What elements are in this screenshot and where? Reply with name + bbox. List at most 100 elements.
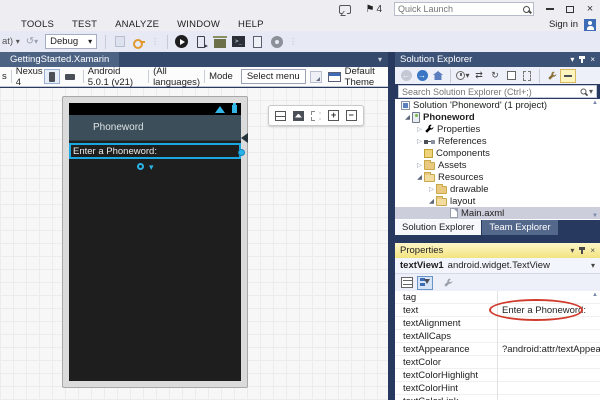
fit-to-screen-button[interactable] [292,109,305,122]
close-icon[interactable]: × [590,246,595,255]
pin-icon[interactable] [581,247,583,254]
tree-scrollbar[interactable]: ▲ ▼ [591,100,599,219]
chevron-down-icon[interactable] [591,261,595,270]
language-selector[interactable]: (All languages) [153,66,200,88]
forward-icon[interactable]: → [415,69,429,83]
refresh-icon[interactable]: ↻ [488,69,502,83]
archive-icon[interactable] [212,34,227,49]
android-version-selector[interactable]: Android 5.0.1 (v21) [88,66,144,88]
categorized-view-button[interactable] [400,276,414,290]
zoom-out-button[interactable]: − [345,109,358,122]
properties-wrench-icon[interactable] [545,69,559,83]
show-all-files-icon[interactable] [520,69,534,83]
selection-handle[interactable] [238,149,245,156]
tree-item-properties[interactable]: Properties [395,123,600,135]
expander-collapsed-icon[interactable] [415,161,424,169]
sdk-manager-icon[interactable]: >_ [231,34,246,49]
menu-test[interactable]: TEST [63,19,106,30]
pending-changes-filter-icon[interactable] [456,69,470,83]
properties-object-selector[interactable]: textView1 android.widget.TextView [395,258,600,274]
fit-selection-button[interactable] [309,109,322,122]
tree-item-solution[interactable]: Solution 'Phoneword' (1 project) [395,99,600,111]
scroll-up-icon[interactable]: ▲ [592,100,598,106]
minimize-button[interactable] [540,1,560,17]
tree-item-resources[interactable]: Resources [395,171,600,183]
scroll-up-icon[interactable]: ▲ [592,292,598,298]
sync-active-document-icon[interactable]: ⇄ [472,69,486,83]
quick-launch-input[interactable] [398,4,523,14]
feedback-icon[interactable] [339,5,351,14]
collapse-all-icon[interactable] [504,69,518,83]
emulator-manager-icon[interactable] [250,34,265,49]
back-icon[interactable]: ← [399,69,413,83]
device-selector[interactable]: Nexus 4 [16,66,43,88]
expander-expanded-icon[interactable] [415,173,424,181]
device-monitor-icon[interactable] [269,34,284,49]
close-icon[interactable]: × [590,55,595,64]
tab-team-explorer[interactable]: Team Explorer [482,220,557,235]
menu-tools[interactable]: TOOLS [0,19,63,30]
chevron-down-icon[interactable]: ▾ [149,162,154,173]
mode-selector[interactable]: Mode [209,71,233,82]
tree-item-drawable[interactable]: drawable [395,183,600,195]
pin-icon[interactable] [581,56,583,63]
tree-item-components[interactable]: Components [395,147,600,159]
expander-collapsed-icon[interactable] [427,185,436,193]
tree-item-references[interactable]: References [395,135,600,147]
window-position-icon[interactable] [570,246,574,255]
tab-list-dropdown-icon[interactable] [378,55,382,64]
deploy-device-icon[interactable] [193,34,208,49]
portrait-orientation-button[interactable] [44,69,60,84]
key-icon[interactable] [131,34,146,49]
menu-help[interactable]: HELP [229,19,273,30]
home-icon[interactable] [431,69,445,83]
tree-item-assets[interactable]: Assets [395,159,600,171]
quick-launch-box[interactable] [394,2,534,16]
close-button[interactable]: × [580,1,600,17]
select-menu-dropdown[interactable]: Select menu [241,69,306,84]
preview-selected-items-toggle[interactable] [560,69,576,83]
solution-config-dropdown[interactable]: at) [0,36,23,47]
run-button[interactable] [174,34,189,49]
properties-title-bar[interactable]: Properties × [395,243,600,258]
tree-item-main-axml[interactable]: Main.axml [395,207,600,219]
solution-search-box[interactable] [398,85,597,98]
tab-solution-explorer[interactable]: Solution Explorer [395,220,481,235]
constraint-handle[interactable] [137,163,144,170]
tree-item-layout[interactable]: layout [395,195,600,207]
alphabetical-sort-button[interactable] [417,276,433,290]
action-bar-settings-icon[interactable] [310,71,322,83]
wifi-icon [215,106,225,113]
scroll-down-icon[interactable]: ▼ [592,213,598,219]
solution-search-input[interactable] [402,87,580,97]
menu-window[interactable]: WINDOW [168,19,229,30]
tree-item-phoneword-project[interactable]: Phoneword [395,111,600,123]
open-folder-icon [436,198,447,206]
chevron-down-icon[interactable] [589,87,593,96]
grid-splitter[interactable] [497,291,498,400]
split-view-button[interactable] [274,109,287,122]
user-avatar-icon[interactable] [584,19,596,31]
designer-canvas[interactable]: Phoneword Enter a Phoneword: ▾ [0,88,388,400]
menu-analyze[interactable]: ANALYZE [106,19,168,30]
expander-collapsed-icon[interactable] [415,125,424,133]
restore-button[interactable] [560,1,580,17]
notifications-button[interactable]: ⚑ 4 [365,4,382,15]
device-screen[interactable]: Phoneword Enter a Phoneword: ▾ [69,103,241,381]
build-config-dropdown[interactable]: Debug [45,34,97,49]
zoom-in-button[interactable]: + [327,109,340,122]
expander-expanded-icon[interactable] [403,113,412,121]
solution-explorer-title-bar[interactable]: Solution Explorer × [395,52,600,67]
expander-expanded-icon[interactable] [427,197,436,205]
window-position-icon[interactable] [570,55,574,64]
undo-dropdown[interactable]: ↺ [26,36,38,47]
landscape-orientation-button[interactable] [62,69,78,84]
tool-window-panel: Solution Explorer × ← → ⇄ ↻ [395,52,600,400]
sign-in-link[interactable]: Sign in [549,19,578,30]
property-pages-wrench-icon[interactable] [441,276,455,290]
selected-textview[interactable]: Enter a Phoneword: [69,143,241,159]
expander-collapsed-icon[interactable] [415,137,424,145]
solution-icon [401,101,410,110]
grid-scrollbar[interactable]: ▲ [591,292,599,398]
theme-selector[interactable]: Default Theme [345,66,388,88]
